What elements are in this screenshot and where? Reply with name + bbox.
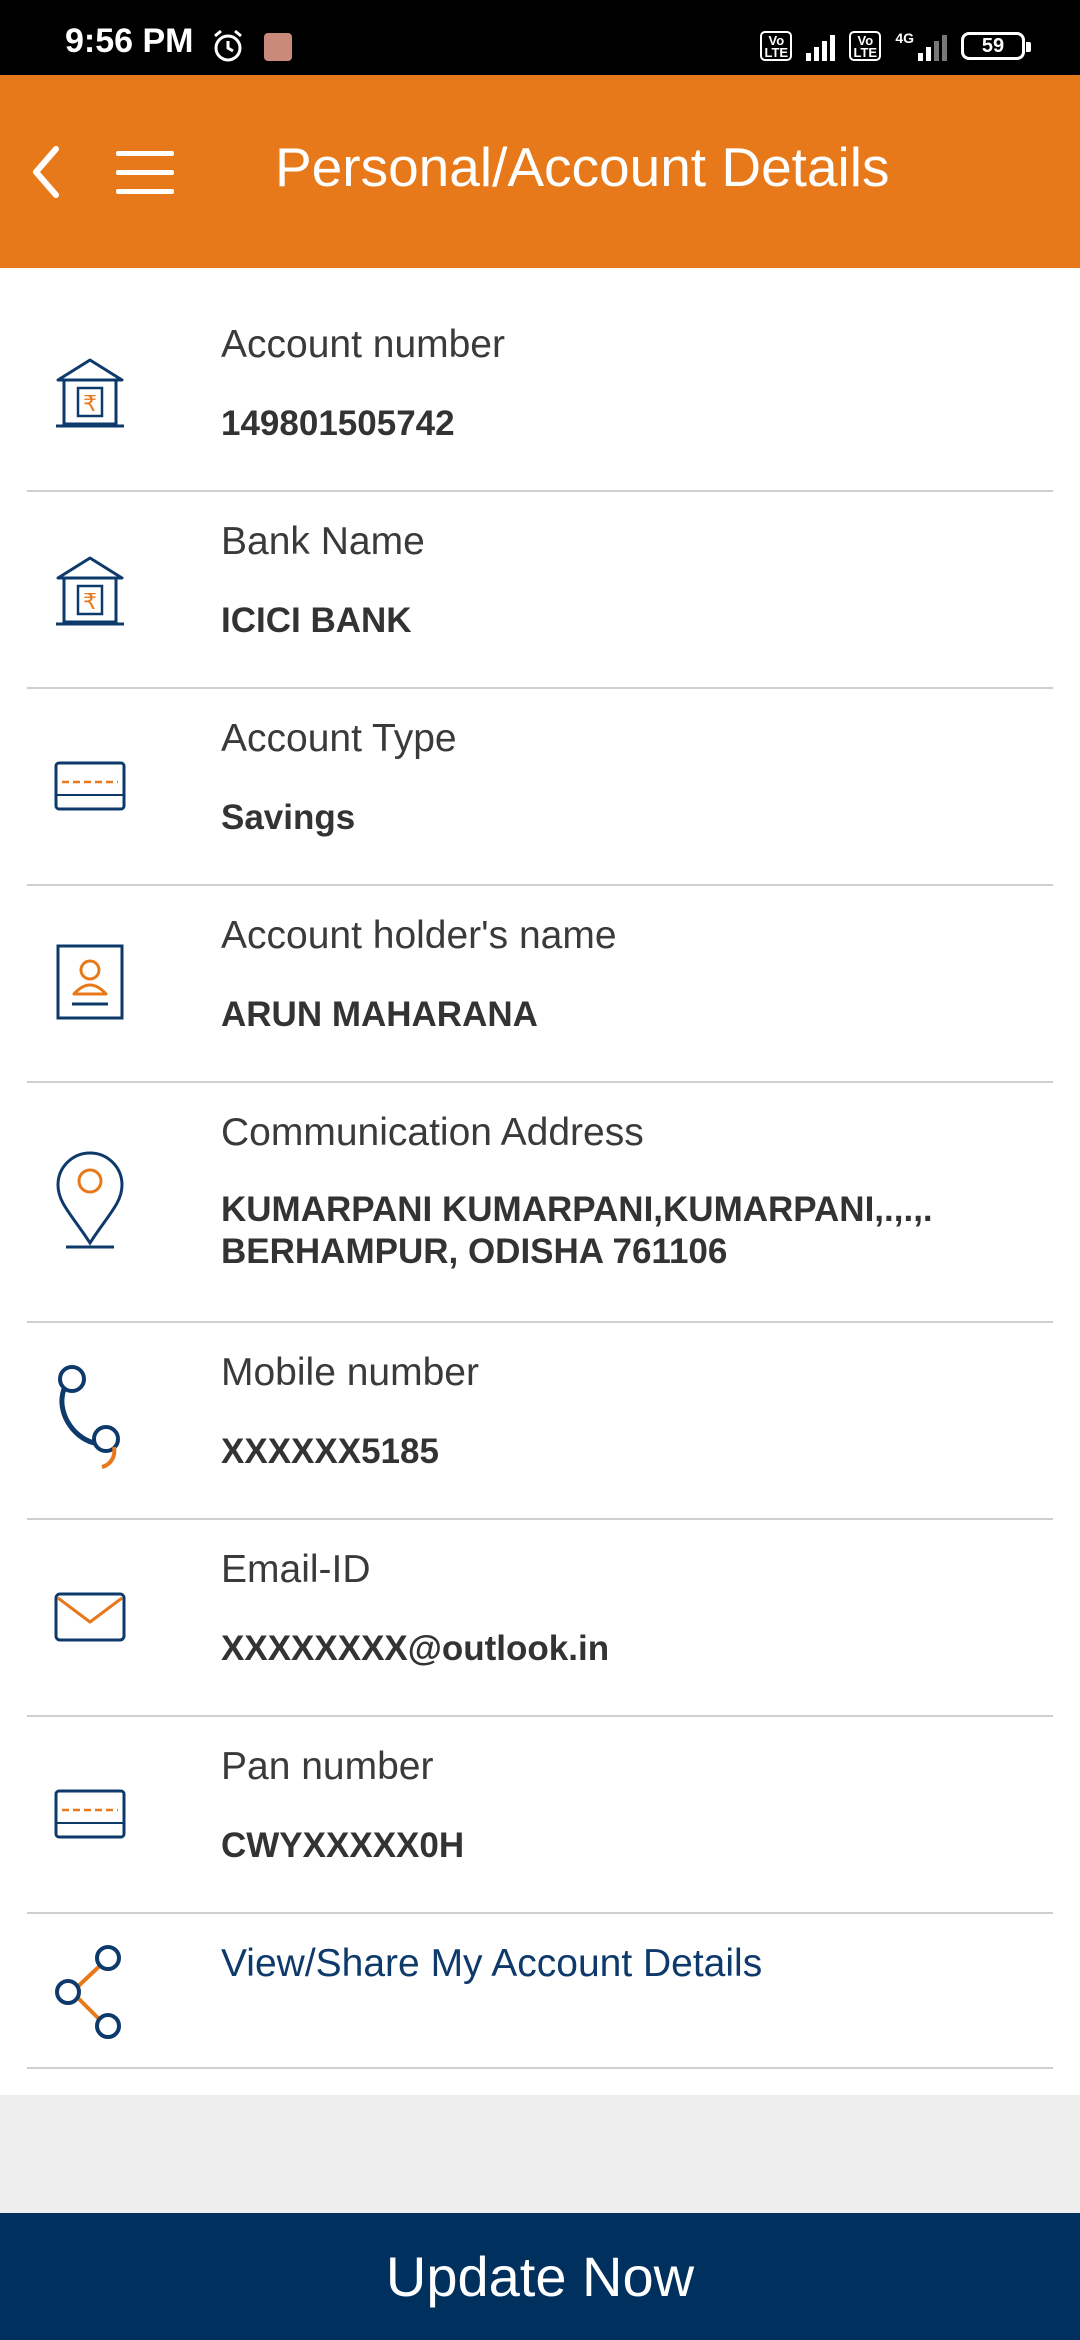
volte-sim1-icon: Vo LTE — [760, 31, 793, 61]
volte-sim2-icon: Vo LTE — [849, 31, 882, 61]
detail-value: XXXXXXXX@outlook.in — [221, 1629, 610, 1668]
status-indicators: Vo LTE Vo LTE 4G 59 — [760, 26, 1031, 66]
view-share-row[interactable]: View/Share My Account Details — [27, 1914, 1053, 2069]
battery-indicator: 59 — [961, 32, 1031, 60]
detail-value: Savings — [221, 798, 356, 837]
page-title: Personal/Account Details — [275, 136, 890, 198]
signal-sim2-icon — [918, 31, 947, 61]
phone-icon — [58, 1365, 120, 1469]
share-icon — [55, 1945, 121, 2039]
network-type: 4G — [895, 30, 914, 46]
app-bar: Personal/Account Details — [0, 75, 1080, 268]
detail-label: Account holder's name — [221, 914, 617, 957]
app-notification-icon — [264, 33, 292, 61]
detail-row-pan: Pan number CWYXXXXX0H — [27, 1717, 1053, 1914]
status-time: 9:56 PM — [65, 22, 194, 60]
account-details-list: ₹ Account number 149801505742 ₹ Bank Nam… — [0, 268, 1080, 2069]
bank-rupee-icon: ₹ — [56, 556, 124, 626]
detail-row-account-type: Account Type Savings — [27, 689, 1053, 886]
detail-label: Pan number — [221, 1745, 434, 1788]
location-pin-icon — [56, 1151, 124, 1249]
detail-row-account-number: ₹ Account number 149801505742 — [27, 268, 1053, 492]
detail-label: Email-ID — [221, 1548, 371, 1591]
detail-label: Mobile number — [221, 1351, 479, 1394]
svg-text:₹: ₹ — [83, 392, 97, 417]
card-icon — [54, 761, 126, 811]
bank-rupee-icon: ₹ — [56, 358, 124, 428]
detail-row-mobile: Mobile number XXXXXX5185 — [27, 1323, 1053, 1520]
detail-label: Account Type — [221, 717, 457, 760]
detail-label: Communication Address — [221, 1111, 644, 1154]
alarm-icon — [214, 29, 242, 62]
back-arrow-icon[interactable] — [18, 137, 78, 207]
detail-row-email: Email-ID XXXXXXXX@outlook.in — [27, 1520, 1053, 1717]
detail-value: 149801505742 — [221, 404, 455, 443]
detail-row-account-holder: Account holder's name ARUN MAHARANA — [27, 886, 1053, 1083]
detail-value: CWYXXXXX0H — [221, 1826, 465, 1865]
card-icon — [54, 1789, 126, 1839]
spacer-area — [0, 2095, 1080, 2213]
id-card-icon — [56, 944, 124, 1020]
detail-label: Account number — [221, 323, 505, 366]
update-now-button[interactable]: Update Now — [0, 2213, 1080, 2340]
hamburger-menu-icon[interactable] — [112, 145, 178, 200]
detail-value: KUMARPANI KUMARPANI,KUMARPANI,.,.,. BERH… — [221, 1190, 933, 1271]
detail-label: Bank Name — [221, 520, 425, 563]
detail-row-address: Communication Address KUMARPANI KUMARPAN… — [27, 1083, 1053, 1323]
detail-value: ICICI BANK — [221, 601, 412, 640]
view-share-link[interactable]: View/Share My Account Details — [221, 1942, 762, 1986]
detail-value: XXXXXX5185 — [221, 1432, 439, 1471]
envelope-icon — [54, 1592, 126, 1642]
detail-value: ARUN MAHARANA — [221, 995, 538, 1034]
signal-sim1-icon — [806, 31, 836, 61]
detail-row-bank-name: ₹ Bank Name ICICI BANK — [27, 492, 1053, 689]
status-bar: 9:56 PM Vo LTE Vo LTE 4G 59 — [0, 0, 1080, 75]
svg-text:₹: ₹ — [83, 590, 97, 615]
